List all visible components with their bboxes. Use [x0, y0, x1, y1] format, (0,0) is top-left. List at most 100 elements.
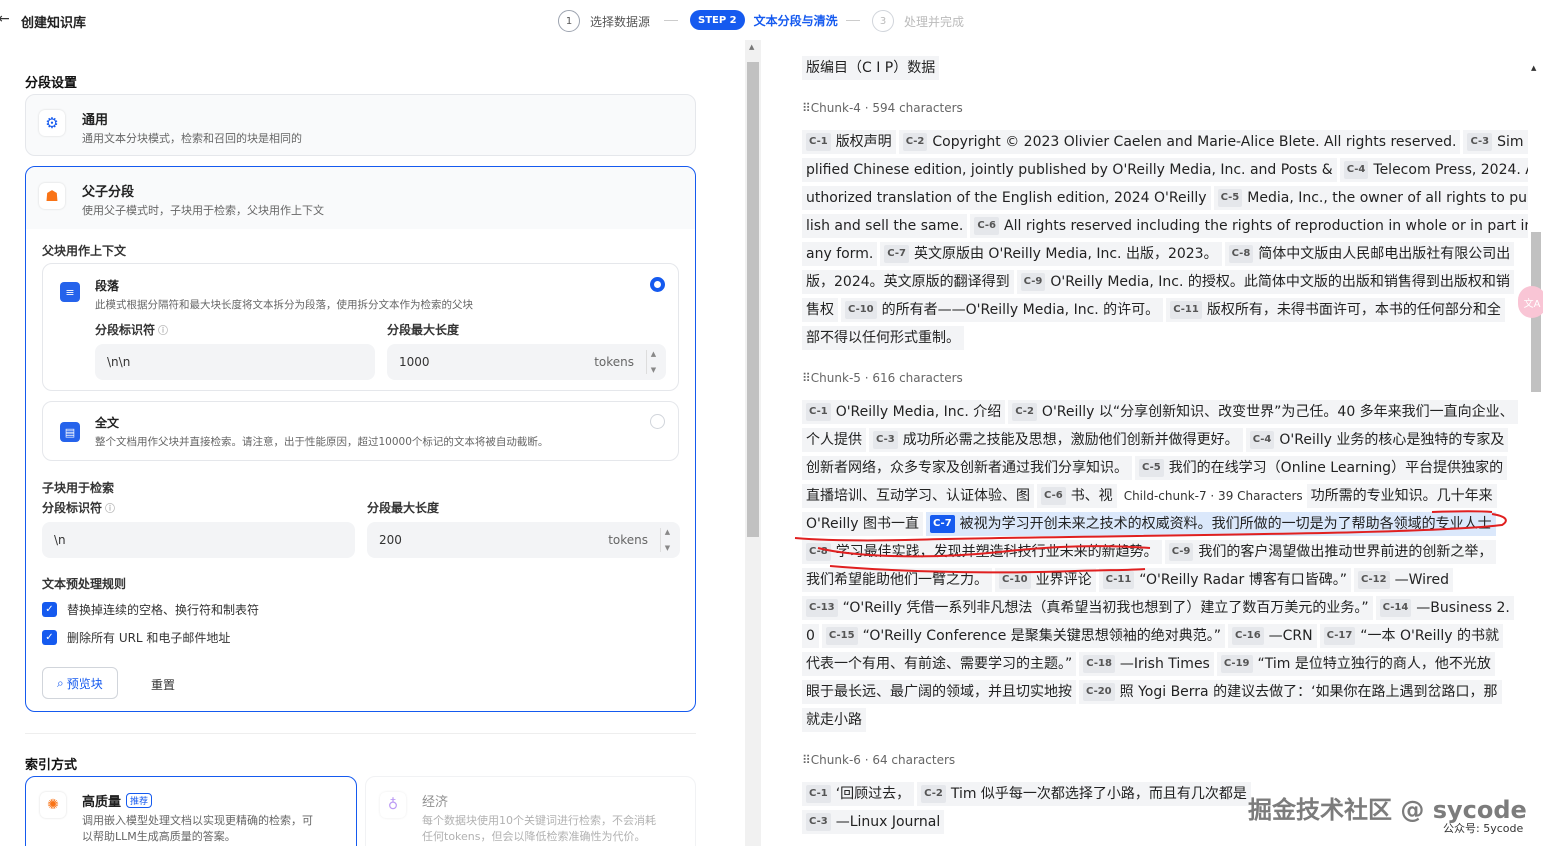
stepper-icon[interactable]: ▲ ▼	[660, 528, 672, 552]
child-chunk[interactable]: C-6 All rights reserved including the rig…	[970, 214, 1538, 238]
parent-separator-label: 分段标识符 ⓘ	[95, 323, 169, 337]
child-chunk[interactable]: C-18 —Irish Times	[1079, 652, 1214, 676]
child-chunk[interactable]: plified Chinese edition, jointly publish…	[802, 158, 1337, 182]
child-chunk[interactable]: C-1 版权声明	[802, 130, 896, 154]
option-paragraph-desc: 此模式根据分隔符和最大块长度将文本拆分为段落，使用拆分文本作为检索的父块	[95, 299, 473, 311]
scroll-up-icon[interactable]: ▲	[1531, 64, 1536, 72]
child-chunk[interactable]: C-12 —Wired	[1353, 568, 1453, 592]
step-connector	[664, 20, 678, 21]
child-chunk[interactable]: C-9 O'Reilly Media, Inc. 的授权。此简体中文版的出版和销售…	[1016, 270, 1514, 294]
preview-line: C-8 学习最佳实践，发现并塑造科技行业未来的新趋势。 C-9 我们的客户渴望做出推…	[802, 538, 1512, 566]
child-chunk[interactable]: uthorized translation of the English edi…	[802, 186, 1211, 210]
child-chunk[interactable]: C-5 Media, Inc., the owner of all rights …	[1213, 186, 1540, 210]
info-icon[interactable]: ⓘ	[158, 326, 168, 337]
child-chunk[interactable]: C-2 Tim 似乎每一次都选择了小路，而且有几次都是	[917, 782, 1251, 806]
child-chunk[interactable]: 直播培训、互动学习、认证体验、图	[802, 484, 1034, 508]
child-chunk[interactable]: C-1 ‘回顾过去，	[802, 782, 915, 806]
info-icon[interactable]: ⓘ	[105, 504, 115, 515]
option-fulltext-card[interactable]: ▤ 全文 整个文档用作父块并直接检索。请注意，出于性能原因，超过10000个标记…	[42, 401, 679, 461]
step-3-number: 3	[872, 10, 894, 32]
preview-line: 版编目（C I P）数据	[802, 54, 1512, 82]
child-chunk[interactable]: C-1 O'Reilly Media, Inc. 介绍	[802, 400, 1006, 424]
back-arrow-icon[interactable]: ←	[0, 11, 10, 27]
child-chunk[interactable]: 版编目（C I P）数据	[802, 56, 940, 80]
index-high-quality-card[interactable]: ✺ 高质量 推荐 调用嵌入模型处理文档以实现更精确的检索，可 以帮助LLM生成高质…	[25, 776, 357, 846]
rule-whitespace[interactable]: ✓ 替换掉连续的空格、换行符和制表符	[42, 601, 259, 618]
preview-line: 就走小路	[802, 706, 1512, 734]
preview-line: 部不得以任何形式重制。	[802, 324, 1512, 352]
child-chunk[interactable]: 0	[802, 624, 819, 648]
child-chunk[interactable]: 眼于最长远、最广阔的领域，并且切实地按	[802, 680, 1076, 704]
step-3: 3 处理并完成	[872, 10, 964, 32]
child-chunk[interactable]: C-2 Copyright © 2023 Olivier Caelen and M…	[898, 130, 1461, 154]
child-chunk[interactable]: C-13 “O'Reilly 凭借一系列非凡想法（真希望当初我也想到了）建立了数百…	[802, 596, 1373, 620]
step-connector	[846, 20, 860, 21]
child-chunk-selected[interactable]: C-7 被视为学习开创未来之技术的权威资料。我们所做的一切是为了帮助各领域的专业人…	[925, 512, 1496, 536]
child-chunk[interactable]: C-3 —Linux Journal	[802, 810, 945, 834]
mode-parent-child-desc: 使用父子模式时，子块用于检索，父块用作上下文	[82, 204, 324, 217]
child-separator-input[interactable]: \n	[42, 522, 355, 558]
mode-general-card[interactable]: ⚙ 通用 通用文本分块模式，检索和召回的块是相同的	[25, 94, 696, 156]
child-chunk[interactable]: C-10 的所有者——O'Reilly Media, Inc. 的许可。	[841, 298, 1164, 322]
parent-separator-input[interactable]: \n\n	[95, 344, 375, 380]
child-chunk[interactable]: C-8 简体中文版由人民邮电出版社有限公司出	[1224, 242, 1515, 266]
child-chunk[interactable]: C-11 版权所有，未得书面许可，本书的任何部分和全	[1166, 298, 1505, 322]
left-scrollbar-thumb[interactable]	[747, 62, 759, 537]
child-chunk[interactable]: C-15 “O'Reilly Conference 是聚集关键思想领袖的绝对典范。…	[821, 624, 1226, 648]
checkbox-checked-icon[interactable]: ✓	[42, 602, 57, 617]
child-chunk[interactable]: C-19 “Tim 是位特立独行的商人，他不光放	[1216, 652, 1495, 676]
child-chunk[interactable]: C-4 Telecom Press, 2024. A	[1339, 158, 1539, 182]
child-chunk[interactable]: 功所需的专业知识。几十年来	[1306, 484, 1497, 508]
child-chunk[interactable]: C-11 “O'Reilly Radar 博客有口皆碑。”	[1098, 568, 1351, 592]
child-chunk[interactable]: C-10 业界评论	[995, 568, 1096, 592]
child-chunk[interactable]: C-4 O'Reilly 业务的核心是独特的专家及	[1245, 428, 1509, 452]
child-chunk[interactable]: any form.	[802, 242, 878, 266]
document-icon: ▤	[60, 422, 80, 442]
child-max-length-input[interactable]: 200 tokens ▲ ▼	[367, 522, 680, 558]
reset-button[interactable]: 重置	[151, 676, 175, 693]
fulltext-radio[interactable]	[650, 414, 665, 429]
child-chunk[interactable]: 就走小路	[802, 708, 866, 732]
child-chunk[interactable]: C-17 “一本 O'Reilly 的书就	[1319, 624, 1503, 648]
checkbox-checked-icon[interactable]: ✓	[42, 630, 57, 645]
child-chunk[interactable]: lish and sell the same.	[802, 214, 968, 238]
child-chunk[interactable]: 我们希望能助他们一臂之力。	[802, 568, 992, 592]
preview-line: lish and sell the same. C-6 All rights re…	[802, 212, 1538, 240]
child-chunk[interactable]: C-2 O'Reilly 以“分享创新知识、改变世界”为己任。40 多年来我们一直…	[1008, 400, 1518, 424]
option-paragraph-name: 段落	[95, 279, 120, 293]
child-chunk[interactable]: 版，2024。英文原版的翻译得到	[802, 270, 1014, 294]
child-chunk[interactable]: C-20 照 Yogi Berra 的建议去做了：‘如果你在路上遇到岔路口，那	[1079, 680, 1502, 704]
child-chunk[interactable]: 部不得以任何形式重制。	[802, 326, 964, 350]
index-method-title: 索引方式	[25, 758, 78, 773]
preview-line: 0 C-15 “O'Reilly Conference 是聚集关键思想领袖的绝对典…	[802, 622, 1512, 650]
step-2-label: 文本分段与清洗	[753, 13, 838, 28]
child-chunk[interactable]: C-7 英文原版由 O'Reilly Media, Inc. 出版，2023。	[880, 242, 1222, 266]
recommended-badge: 推荐	[126, 793, 153, 808]
child-chunk[interactable]: O'Reilly 图书一直	[802, 512, 923, 536]
child-chunk[interactable]: 个人提供	[802, 428, 866, 452]
stepper-icon[interactable]: ▲ ▼	[646, 350, 658, 374]
grip-icon: ⠿	[802, 101, 811, 115]
right-scrollbar-track[interactable]	[1528, 60, 1543, 846]
child-chunk[interactable]: C-8 学习最佳实践，发现并塑造科技行业未来的新趋势。	[802, 540, 1162, 564]
translate-icon[interactable]: 文A	[1518, 286, 1543, 318]
child-chunk[interactable]: C-6 书、视	[1037, 484, 1117, 508]
paragraph-radio[interactable]	[650, 277, 665, 292]
grip-icon: ⠿	[802, 371, 811, 385]
child-chunk[interactable]: 创新者网络，众多专家及创新者通过我们分享知识。	[802, 456, 1132, 480]
child-chunk[interactable]: 售权	[802, 298, 838, 322]
child-chunk[interactable]: C-16 —CRN	[1228, 624, 1317, 648]
child-chunk[interactable]: C-9 我们的客户渴望做出推动世界前进的创新之举，	[1164, 540, 1497, 564]
parent-max-length-input[interactable]: 1000 tokens ▲ ▼	[387, 344, 666, 380]
preview-chunks-button[interactable]: ⌕ 预览块	[42, 667, 118, 699]
child-chunk[interactable]: C-5 我们的在线学习（Online Learning）平台提供独家的	[1135, 456, 1508, 480]
scroll-up-icon[interactable]: ▲	[749, 43, 754, 51]
index-economy-card[interactable]: ♁ 经济 每个数据块使用10个关键词进行检索，不会消耗 任何tokens，但会以…	[365, 776, 696, 846]
rule-remove-urls[interactable]: ✓ 删除所有 URL 和电子邮件地址	[42, 629, 230, 646]
mode-parent-child-card[interactable]: ☗ 父子分段 使用父子模式时，子块用于检索，父块用作上下文 父块用作上下文 ≡ …	[25, 166, 696, 712]
child-chunk[interactable]: C-3 Sim	[1463, 130, 1528, 154]
child-chunk[interactable]: C-3 成功所必需之技能及思想，激励他们创新并做得更好。	[869, 428, 1243, 452]
child-chunk[interactable]: 代表一个有用、有前途、需要学习的主题。”	[802, 652, 1077, 676]
option-paragraph-card[interactable]: ≡ 段落 此模式根据分隔符和最大块长度将文本拆分为段落，使用拆分文本作为检索的父…	[42, 263, 679, 391]
child-chunk[interactable]: C-14 —Business 2.	[1375, 596, 1514, 620]
